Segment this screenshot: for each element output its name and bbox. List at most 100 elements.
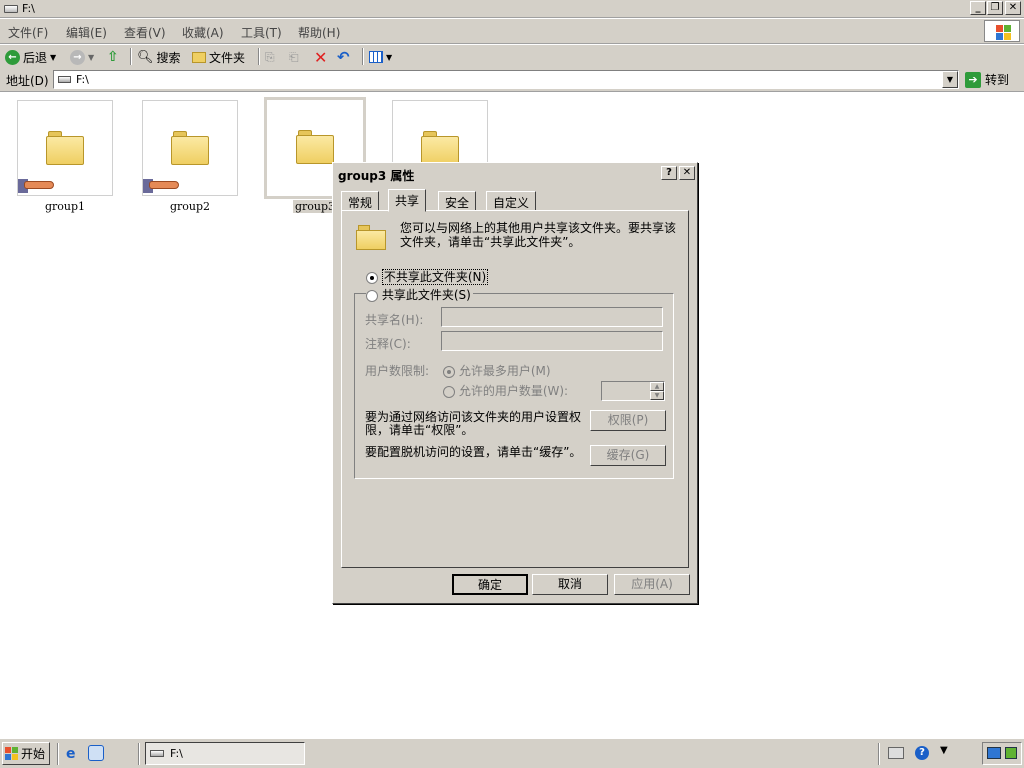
folder-item-group1[interactable] xyxy=(17,100,113,196)
explorer-quicklaunch-icon[interactable] xyxy=(88,745,104,761)
help-icon[interactable]: ? xyxy=(915,746,929,760)
delete-icon: ✕ xyxy=(314,47,328,67)
toolbar: ← 后退 ▼ → ▼ ⇧ 🔍︎ 搜索 文件夹 ⎘ ⎗ ✕ ↶ ▼ xyxy=(0,45,1024,68)
network-icon[interactable] xyxy=(888,747,904,759)
delete-button[interactable]: ✕ xyxy=(314,47,328,67)
properties-dialog: group3 属性 ? ✕ 常规 共享 安全 自定义 您可以与网络上的其他用户共… xyxy=(332,162,698,604)
taskbar-window-label: F:\ xyxy=(170,747,183,760)
caching-button[interactable]: 缓存(G) xyxy=(590,445,666,466)
start-button[interactable]: 开始 xyxy=(2,742,50,765)
up-folder-icon: ⇧ xyxy=(107,49,119,65)
apply-button[interactable]: 应用(A) xyxy=(614,574,690,595)
sharing-intro-text: 您可以与网络上的其他用户共享该文件夹。要共享该文件夹，请单击“共享此文件夹”。 xyxy=(400,221,677,249)
menu-view[interactable]: 查看(V) xyxy=(124,24,166,41)
undo-icon: ↶ xyxy=(337,48,350,66)
folder-caption[interactable]: group2 xyxy=(142,200,238,213)
tray-dropdown-icon[interactable]: ▼ xyxy=(940,745,948,756)
permissions-button[interactable]: 权限(P) xyxy=(590,410,666,431)
menu-bar: 文件(F) 编辑(E) 查看(V) 收藏(A) 工具(T) 帮助(H) xyxy=(0,19,1024,44)
copy-to-button[interactable]: ⎗ xyxy=(289,48,299,66)
dialog-title-bar: group3 属性 ? ✕ xyxy=(335,165,695,183)
help-button[interactable]: ? xyxy=(661,166,677,180)
taskbar-separator xyxy=(57,743,59,765)
user-count-spinner[interactable]: ▲ ▼ xyxy=(601,381,665,401)
menu-file[interactable]: 文件(F) xyxy=(8,24,48,41)
taskbar-separator xyxy=(878,743,880,765)
folders-button[interactable]: 文件夹 xyxy=(192,48,245,66)
caching-text: 要配置脱机访问的设置，请单击“缓存”。 xyxy=(365,445,582,459)
allow-num-option[interactable]: 允许的用户数量(W): xyxy=(443,382,568,399)
back-button[interactable]: ← 后退 ▼ xyxy=(5,48,56,66)
share-option[interactable]: 共享此文件夹(S) xyxy=(366,286,473,303)
allow-max-option[interactable]: 允许最多用户(M) xyxy=(443,362,551,379)
undo-button[interactable]: ↶ xyxy=(337,48,350,66)
windows-logo-icon xyxy=(984,20,1020,42)
menu-help[interactable]: 帮助(H) xyxy=(298,24,340,41)
copy-to-icon: ⎗ xyxy=(289,49,299,64)
tab-sharing[interactable]: 共享 xyxy=(388,189,427,212)
shared-hand-icon xyxy=(18,179,54,193)
share-name-field[interactable] xyxy=(441,307,663,327)
up-folder-button[interactable]: ⇧ xyxy=(107,48,119,66)
restore-button[interactable]: ❐ xyxy=(987,1,1003,15)
cancel-button[interactable]: 取消 xyxy=(532,574,608,595)
back-arrow-icon: ← xyxy=(5,49,20,65)
window-title: F:\ xyxy=(22,2,35,15)
radio-no-share[interactable] xyxy=(366,271,378,284)
move-to-icon: ⎘ xyxy=(265,49,275,64)
dialog-close-button[interactable]: ✕ xyxy=(679,166,695,180)
comment-field[interactable] xyxy=(441,331,663,351)
no-share-option[interactable]: 不共享此文件夹(N) xyxy=(366,268,489,285)
radio-share[interactable] xyxy=(366,289,378,302)
go-button[interactable]: ➔ 转到 xyxy=(965,71,1009,88)
windows-flag-icon xyxy=(5,746,19,761)
shared-hand-icon xyxy=(143,179,179,193)
toolbar-separator xyxy=(130,48,132,65)
views-button[interactable]: ▼ xyxy=(369,48,392,66)
drive-icon xyxy=(150,750,164,757)
folder-caption[interactable]: group1 xyxy=(17,200,113,213)
internet-explorer-icon[interactable]: e xyxy=(66,746,76,762)
address-dropdown-button[interactable]: ▼ xyxy=(942,71,958,88)
share-settings-group: 共享名(H): 注释(C): 用户数限制: 允许最多用户(M) 允许的用户数量(… xyxy=(354,293,674,479)
permissions-text: 要为通过网络访问该文件夹的用户设置权限，请单击“权限”。 xyxy=(365,410,582,437)
toolbar-separator xyxy=(362,48,364,65)
folder-item-group2[interactable] xyxy=(142,100,238,196)
move-to-button[interactable]: ⎘ xyxy=(265,48,275,66)
tray-app-icon[interactable] xyxy=(1005,747,1017,759)
address-bar: 地址(D) F:\ ▼ ➔ 转到 xyxy=(0,68,1024,92)
start-label: 开始 xyxy=(21,747,46,761)
search-icon: 🔍︎ xyxy=(137,49,154,65)
taskbar-window-button[interactable]: F:\ xyxy=(145,742,305,765)
tab-general[interactable]: 常规 xyxy=(341,191,380,211)
tab-security[interactable]: 安全 xyxy=(438,191,477,211)
drive-icon xyxy=(58,76,71,83)
ok-button[interactable]: 确定 xyxy=(452,574,528,595)
search-button[interactable]: 🔍︎ 搜索 xyxy=(137,48,181,66)
forward-button[interactable]: → ▼ xyxy=(70,48,94,66)
minimize-button[interactable]: _ xyxy=(970,1,986,15)
spinner-up-button[interactable]: ▲ xyxy=(650,382,664,391)
radio-allow-num[interactable] xyxy=(443,385,455,398)
address-label: 地址(D) xyxy=(6,74,49,88)
share-label: 共享此文件夹(S) xyxy=(381,288,471,302)
folder-icon xyxy=(421,131,459,165)
taskbar: 开始 e F:\ ? ▼ xyxy=(0,738,1024,768)
taskbar-separator xyxy=(138,743,140,765)
monitor-icon[interactable] xyxy=(987,747,1001,759)
tab-customize[interactable]: 自定义 xyxy=(486,191,537,211)
menu-favorites[interactable]: 收藏(A) xyxy=(182,24,224,41)
chevron-down-icon: ▼ xyxy=(50,52,57,62)
allow-max-label: 允许最多用户(M) xyxy=(458,364,551,378)
address-value: F:\ xyxy=(76,73,89,86)
radio-allow-max[interactable] xyxy=(443,365,455,378)
go-label: 转到 xyxy=(985,73,1010,87)
menu-edit[interactable]: 编辑(E) xyxy=(66,24,107,41)
share-name-label: 共享名(H): xyxy=(365,313,424,327)
menu-tools[interactable]: 工具(T) xyxy=(241,24,282,41)
close-button[interactable]: ✕ xyxy=(1005,1,1021,15)
address-input[interactable]: F:\ ▼ xyxy=(53,70,959,89)
spinner-down-button[interactable]: ▼ xyxy=(650,391,664,400)
views-icon xyxy=(369,51,383,63)
comment-label: 注释(C): xyxy=(365,337,411,351)
